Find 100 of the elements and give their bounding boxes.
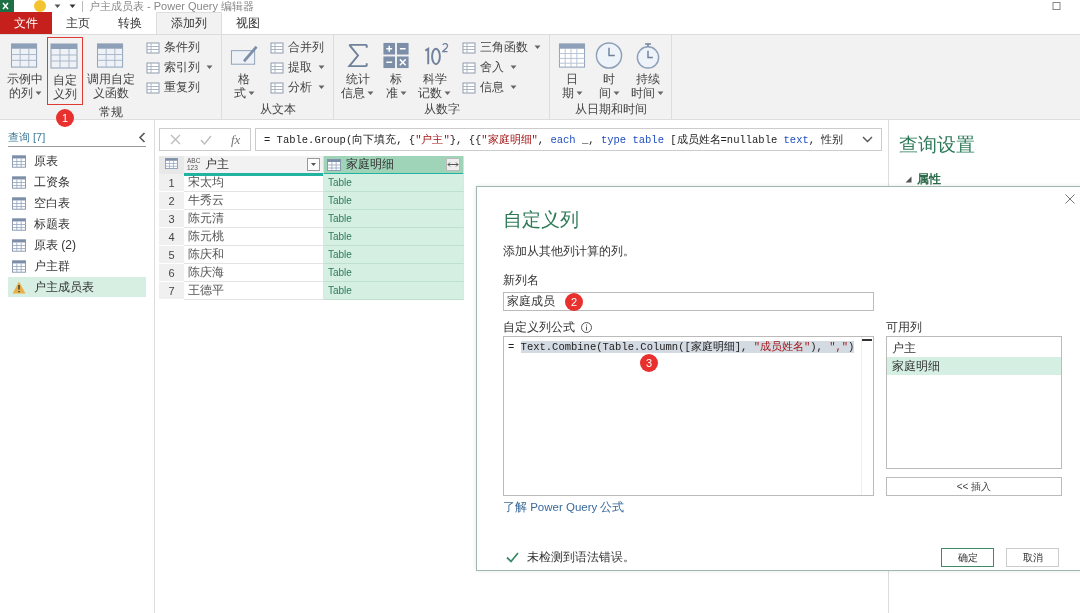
ribbon-button[interactable]: 调用自定 义函数 xyxy=(84,37,138,101)
chevron-icon[interactable] xyxy=(862,136,873,143)
table-icon xyxy=(96,41,126,70)
ribbon-button[interactable]: 合并列 xyxy=(270,39,325,56)
table-link[interactable]: Table xyxy=(324,264,464,282)
expand-icon[interactable] xyxy=(446,158,460,171)
restore-icon[interactable] xyxy=(1052,1,1062,11)
column-icon xyxy=(146,41,160,54)
filter-dropdown-icon[interactable] xyxy=(307,158,320,171)
column-icon xyxy=(146,81,160,94)
help-link[interactable]: 了解 Power Query 公式 xyxy=(503,500,625,515)
ribbon-tab[interactable]: 主页 xyxy=(52,12,104,34)
function-button[interactable]: fx xyxy=(231,131,241,148)
caret-icon xyxy=(34,91,42,97)
list-item[interactable]: 家庭明细 xyxy=(887,357,1061,375)
caret-icon xyxy=(367,91,374,97)
query-item[interactable]: 标题表 xyxy=(8,214,146,234)
ribbon-button[interactable]: 统计 信息 xyxy=(338,37,377,101)
scrollbar-thumb[interactable] xyxy=(862,339,872,341)
query-item[interactable]: 户主群 xyxy=(8,256,146,276)
table-icon xyxy=(327,158,341,171)
close-icon[interactable] xyxy=(1065,194,1075,204)
ribbon-button[interactable]: 科学 记数 xyxy=(415,37,454,101)
caret-icon xyxy=(247,91,255,97)
caret-icon xyxy=(612,91,620,97)
check-icon[interactable] xyxy=(199,134,212,145)
expander-icon[interactable] xyxy=(905,176,912,183)
section-label: 属性 xyxy=(917,172,941,187)
ribbon-button[interactable]: 舍入 xyxy=(462,59,541,76)
column-icon xyxy=(462,41,476,54)
dialog-description: 添加从其他列计算的列。 xyxy=(503,243,636,260)
table-icon xyxy=(12,238,26,252)
table-icon xyxy=(165,158,178,169)
cancel-button[interactable]: 取消 xyxy=(1006,548,1059,567)
table-menu-icon[interactable] xyxy=(159,156,184,174)
row-number: 7 xyxy=(159,282,184,300)
insert-button[interactable]: << 插入 xyxy=(886,477,1062,496)
calculator-icon xyxy=(381,41,411,70)
ribbon-button[interactable]: 条件列 xyxy=(146,39,213,56)
column-list[interactable]: 户主 家庭明细 xyxy=(886,336,1062,469)
ribbon-button[interactable]: 索引列 xyxy=(146,59,213,76)
column-icon xyxy=(462,61,476,74)
row-number: 1 xyxy=(159,174,184,192)
ribbon-button[interactable]: 格 式 xyxy=(226,37,262,101)
table-icon xyxy=(10,41,40,70)
table-link[interactable]: Table xyxy=(324,246,464,264)
ribbon-button[interactable]: 三角函数 xyxy=(462,39,541,56)
ribbon-tab[interactable]: 视图 xyxy=(222,12,274,34)
caret-icon xyxy=(657,91,664,97)
ribbon-button[interactable]: 自定 义列 xyxy=(47,37,83,105)
column-icon xyxy=(270,41,284,54)
caret-icon xyxy=(534,45,541,50)
query-item[interactable]: 原表 xyxy=(8,151,146,171)
queries-header: 查询 [7] xyxy=(8,130,46,145)
table-link[interactable]: Table xyxy=(324,282,464,300)
group-label: 从日期和时间 xyxy=(574,102,647,117)
ribbon-button[interactable]: 示例中 的列 xyxy=(4,37,46,101)
query-item[interactable]: 空白表 xyxy=(8,193,146,213)
window-title: 户主成员表 - Power Query 编辑器 xyxy=(89,0,255,12)
table-icon xyxy=(12,217,26,231)
formula-field[interactable]: = Text.Combine(Table.Column([家庭明细], "成员姓名"), ",") 3 xyxy=(503,336,874,496)
status-message: 未检测到语法错误。 xyxy=(527,549,635,566)
query-item[interactable]: 原表 (2) xyxy=(8,235,146,255)
dialog-title: 自定义列 xyxy=(503,208,580,232)
caret-icon xyxy=(510,85,517,90)
caret-icon xyxy=(444,91,451,97)
table-icon xyxy=(12,259,26,273)
caret-icon xyxy=(318,65,325,70)
column-name-field[interactable]: 家庭成员 2 xyxy=(503,292,874,311)
step-badge: 2 xyxy=(565,292,583,311)
query-item[interactable]: 户主成员表 xyxy=(8,277,146,297)
column-icon xyxy=(270,61,284,74)
formula-field[interactable]: = Table.Group(向下填充, {"户主"}, {{"家庭明细", each _, type table [成员姓名=nullable text, 性别 xyxy=(255,128,882,151)
column-header[interactable]: 家庭明细 xyxy=(324,156,464,176)
group-label: 常规 xyxy=(98,105,123,120)
table-link[interactable]: Table xyxy=(324,228,464,246)
ribbon-tab[interactable]: 转换 xyxy=(104,12,156,34)
row-number: 6 xyxy=(159,264,184,282)
query-item[interactable]: 工资条 xyxy=(8,172,146,192)
row-number: 4 xyxy=(159,228,184,246)
field-label: 新列名 xyxy=(503,272,540,289)
row-number: 5 xyxy=(159,246,184,264)
table-link[interactable]: Table xyxy=(324,174,464,192)
table-link[interactable]: Table xyxy=(324,192,464,210)
ribbon-button[interactable]: 持续 时间 xyxy=(628,37,667,101)
ribbon-button[interactable]: 分析 xyxy=(270,79,325,96)
ribbon-button[interactable]: 信息 xyxy=(462,79,541,96)
ribbon-button[interactable]: 提取 xyxy=(270,59,325,76)
ribbon-button[interactable]: 重复列 xyxy=(146,79,213,96)
table-link[interactable]: Table xyxy=(324,210,464,228)
ok-button[interactable]: 确定 xyxy=(941,548,994,567)
ribbon-button[interactable]: 标 准 xyxy=(378,37,414,101)
group-label: 从数字 xyxy=(423,102,460,117)
step-badge: 3 xyxy=(640,354,658,372)
ribbon-tab[interactable]: 添加列 xyxy=(156,12,222,34)
collapse-icon[interactable] xyxy=(138,132,146,143)
list-item[interactable]: 户主 xyxy=(887,339,1061,357)
ribbon-button[interactable]: 日 期 xyxy=(554,37,590,101)
ribbon-button[interactable]: 时 间 xyxy=(591,37,627,101)
file-menu[interactable]: 文件 xyxy=(0,12,52,34)
